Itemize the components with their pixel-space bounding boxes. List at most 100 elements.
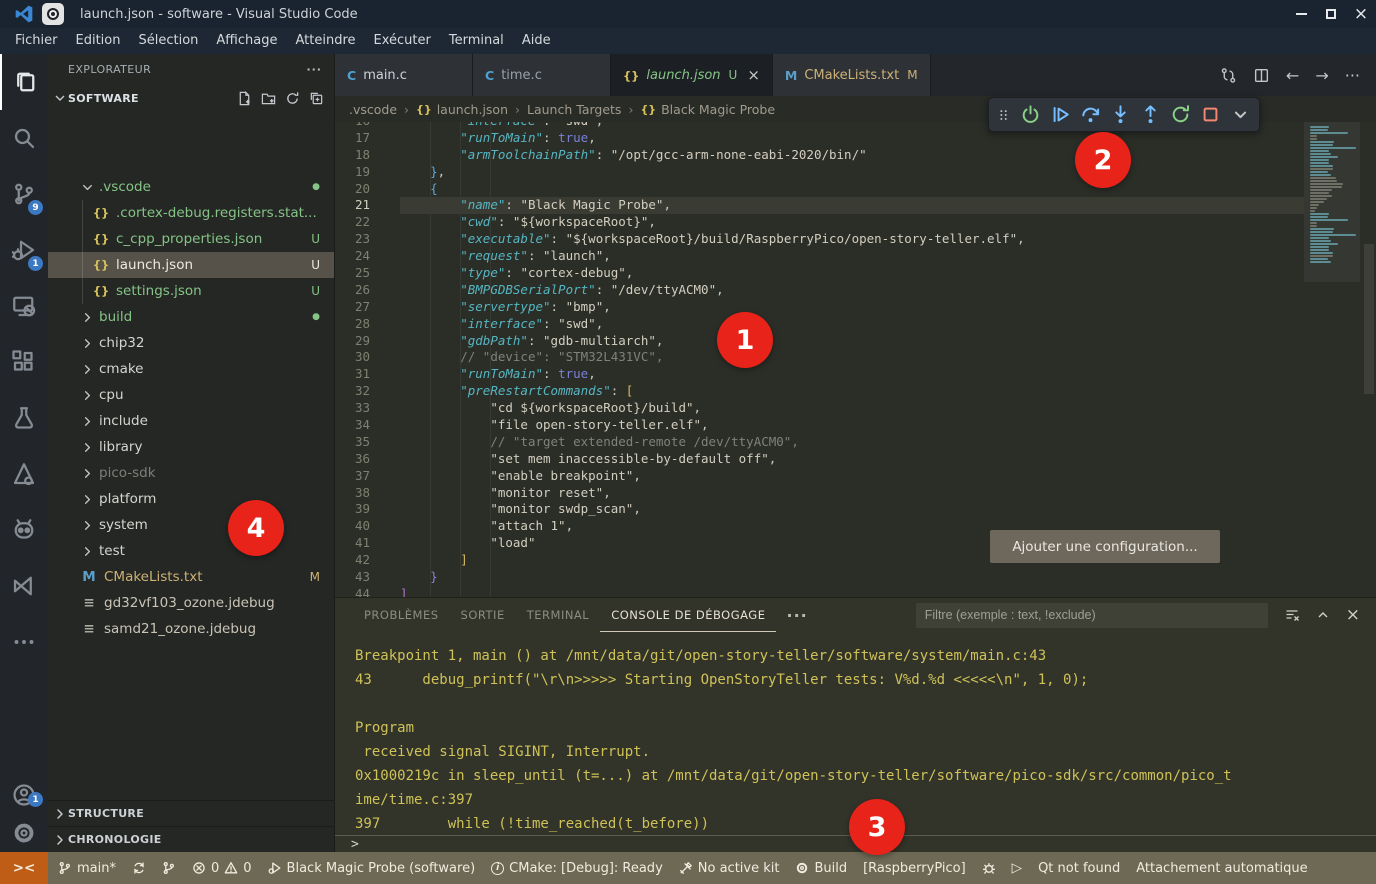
- section-chronologie[interactable]: CHRONOLOGIE: [48, 826, 334, 852]
- new-file-icon[interactable]: [237, 91, 252, 106]
- tree-item-include[interactable]: include: [48, 408, 334, 434]
- minimize-button[interactable]: [1286, 0, 1316, 28]
- tree-item-chip32[interactable]: chip32: [48, 330, 334, 356]
- menu-sélection[interactable]: Sélection: [129, 28, 207, 54]
- activity-run-debug[interactable]: 1: [0, 222, 48, 278]
- status-source-control-status[interactable]: [154, 852, 184, 884]
- panel-tab-probl-mes[interactable]: PROBLÈMES: [353, 598, 450, 632]
- console-filter-input[interactable]: [916, 603, 1268, 628]
- activity-more[interactable]: [0, 614, 48, 670]
- editor-scrollbar[interactable]: [1361, 122, 1376, 597]
- menu-edition[interactable]: Edition: [67, 28, 130, 54]
- editor[interactable]: 16 "interface": "swd",17 "runToMain": tr…: [335, 122, 1376, 597]
- activity-testing[interactable]: [0, 390, 48, 446]
- status-debug-target[interactable]: [974, 852, 1004, 884]
- tree-item-test[interactable]: test: [48, 538, 334, 564]
- breadcrumb-item[interactable]: launch.json: [437, 102, 508, 117]
- activity-source-control[interactable]: 9: [0, 166, 48, 222]
- menu-aide[interactable]: Aide: [513, 28, 560, 54]
- status-qt-status[interactable]: Qt not found: [1030, 852, 1128, 884]
- status-problems[interactable]: 00: [184, 852, 260, 884]
- activity-platformio[interactable]: [0, 502, 48, 558]
- close-panel-icon[interactable]: ×: [1346, 605, 1360, 625]
- tree-item-samd21-ozone-jdebug[interactable]: ≡samd21_ozone.jdebug: [48, 616, 334, 642]
- breadcrumb-item[interactable]: .vscode: [349, 102, 397, 117]
- tree-item-build[interactable]: build●: [48, 304, 334, 330]
- activity-explorer[interactable]: [0, 54, 48, 110]
- tree-item-launch-json[interactable]: {}launch.jsonU: [48, 252, 334, 278]
- activity-visual-studio[interactable]: [0, 558, 48, 614]
- add-configuration-button[interactable]: Ajouter une configuration...: [990, 530, 1220, 563]
- breadcrumb-item[interactable]: Launch Targets: [527, 102, 621, 117]
- menu-affichage[interactable]: Affichage: [207, 28, 286, 54]
- section-structure[interactable]: STRUCTURE: [48, 800, 334, 826]
- tree-item-settings-json[interactable]: {}settings.jsonU: [48, 278, 334, 304]
- status-run-target[interactable]: ▷: [1004, 852, 1030, 884]
- tree-item-platform[interactable]: platform: [48, 486, 334, 512]
- step-over-button[interactable]: [1080, 104, 1101, 125]
- menu-fichier[interactable]: Fichier: [6, 28, 67, 54]
- minimap-slider[interactable]: [1304, 122, 1360, 282]
- close-tab-icon[interactable]: ×: [747, 66, 760, 84]
- tab-time-c[interactable]: Ctime.c: [473, 54, 611, 96]
- panel-more-icon[interactable]: ···: [776, 606, 817, 625]
- continue-button[interactable]: [1050, 104, 1071, 125]
- menu-terminal[interactable]: Terminal: [440, 28, 513, 54]
- status-build-target[interactable]: [RaspberryPico]: [855, 852, 974, 884]
- more-debug-button[interactable]: [1230, 104, 1251, 125]
- tree-item-cpu[interactable]: cpu: [48, 382, 334, 408]
- open-changes-icon[interactable]: [1220, 67, 1237, 84]
- restart-button[interactable]: [1170, 104, 1191, 125]
- activity-extensions[interactable]: [0, 334, 48, 390]
- step-out-button[interactable]: [1140, 104, 1161, 125]
- go-forward-icon[interactable]: →: [1315, 66, 1328, 85]
- tree-item--cortex-debug-registers-stat-[interactable]: {}.cortex-debug.registers.stat...: [48, 200, 334, 226]
- menu-atteindre[interactable]: Atteindre: [286, 28, 364, 54]
- status-auto-attach[interactable]: Attachement automatique: [1128, 852, 1315, 884]
- breadcrumb-item[interactable]: Black Magic Probe: [661, 102, 775, 117]
- more-actions-icon[interactable]: ···: [1345, 66, 1360, 85]
- status-git-branch[interactable]: main*: [50, 852, 124, 884]
- explorer-more-icon[interactable]: ···: [306, 63, 322, 76]
- activity-accounts[interactable]: 1: [0, 776, 48, 814]
- tab-main-c[interactable]: Cmain.c: [335, 54, 473, 96]
- tab-launch-json[interactable]: {}launch.jsonU×: [611, 54, 773, 96]
- step-into-button[interactable]: [1110, 104, 1131, 125]
- menu-exécuter[interactable]: Exécuter: [365, 28, 440, 54]
- status-active-kit[interactable]: No active kit: [671, 852, 788, 884]
- tree-item-c-cpp-properties-json[interactable]: {}c_cpp_properties.jsonU: [48, 226, 334, 252]
- tree-item--vscode[interactable]: .vscode●: [48, 174, 334, 200]
- tree-item-system[interactable]: system: [48, 512, 334, 538]
- status-debug-config[interactable]: Black Magic Probe (software): [260, 852, 484, 884]
- activity-cmake[interactable]: [0, 446, 48, 502]
- activity-remote-explorer[interactable]: [0, 278, 48, 334]
- tree-item-pico-sdk[interactable]: pico-sdk: [48, 460, 334, 486]
- split-editor-icon[interactable]: [1253, 67, 1270, 84]
- maximize-panel-icon[interactable]: [1315, 607, 1331, 623]
- workspace-section-header[interactable]: SOFTWARE: [48, 84, 334, 112]
- minimap[interactable]: [1304, 122, 1360, 597]
- tree-item-gd32vf103-ozone-jdebug[interactable]: ≡gd32vf103_ozone.jdebug: [48, 590, 334, 616]
- tab-CMakeLists-txt[interactable]: MCMakeLists.txtM: [773, 54, 931, 96]
- panel-tab-console-de-d-bogage[interactable]: CONSOLE DE DÉBOGAGE: [600, 598, 776, 632]
- close-button[interactable]: ×: [1346, 0, 1376, 28]
- status-build[interactable]: Build: [787, 852, 855, 884]
- go-back-icon[interactable]: ←: [1286, 66, 1299, 85]
- panel-tab-sortie[interactable]: SORTIE: [450, 598, 516, 632]
- clear-console-icon[interactable]: [1284, 607, 1300, 623]
- status-sync[interactable]: [124, 852, 154, 884]
- maximize-button[interactable]: [1316, 0, 1346, 28]
- status-cmake-status[interactable]: iCMake: [Debug]: Ready: [483, 852, 671, 884]
- tree-item-cmakelists-txt[interactable]: MCMakeLists.txtM: [48, 564, 334, 590]
- panel-tab-terminal[interactable]: TERMINAL: [516, 598, 600, 632]
- collapse-all-icon[interactable]: [309, 91, 324, 106]
- tree-item-cmake[interactable]: cmake: [48, 356, 334, 382]
- stop-button[interactable]: [1200, 104, 1221, 125]
- tree-item-library[interactable]: library: [48, 434, 334, 460]
- status-remote-indicator[interactable]: ><: [0, 852, 48, 884]
- drag-handle-button[interactable]: [997, 106, 1011, 124]
- new-folder-icon[interactable]: [261, 91, 276, 106]
- start-button[interactable]: [1020, 104, 1041, 125]
- refresh-icon[interactable]: [285, 91, 300, 106]
- activity-settings[interactable]: [0, 814, 48, 852]
